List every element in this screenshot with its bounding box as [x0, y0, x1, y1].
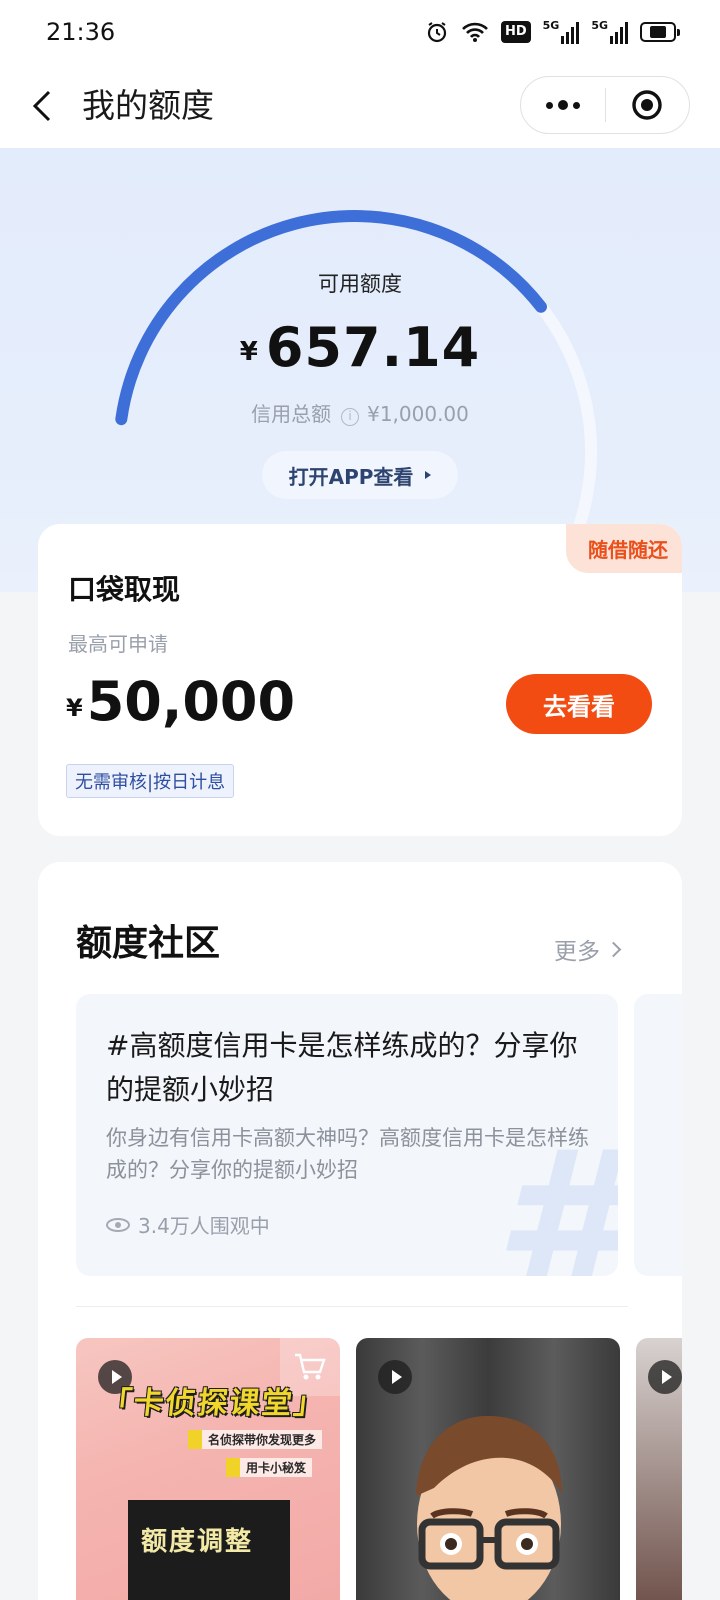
back-button[interactable]	[22, 84, 62, 128]
chevron-right-icon	[605, 941, 622, 957]
cash-title: 口袋取现	[68, 573, 181, 606]
currency-symbol: ¥	[239, 337, 258, 367]
thumbnail-headline: 「卡侦探课堂」	[99, 1386, 328, 1421]
open-app-label: 打开APP查看	[288, 464, 414, 489]
triangle-right-icon	[425, 471, 432, 479]
topic-card-next[interactable]	[634, 994, 682, 1276]
more-label: 更多	[554, 939, 600, 965]
currency-symbol: ¥	[66, 694, 83, 722]
video-thumbnail[interactable]: 「卡侦探课堂」 名侦探带你发现更多 用卡小秘笈 额度调整	[76, 1338, 340, 1600]
topic-card[interactable]: # #高额度信用卡是怎样练成的？分享你的提额小妙招 你身边有信用卡高额大神吗？高…	[76, 994, 618, 1276]
video-thumbnail[interactable]	[356, 1338, 620, 1600]
available-label: 可用额度	[318, 272, 402, 296]
cash-amount-value: 50,000	[86, 670, 296, 733]
topic-views: 3.4万人围观中	[106, 1210, 270, 1239]
battery-icon	[640, 22, 680, 42]
cash-amount: ¥50,000	[66, 670, 295, 733]
more-link[interactable]: 更多	[554, 932, 622, 966]
wifi-icon	[461, 21, 489, 43]
signal-5g-icon: 5G	[543, 20, 580, 44]
nav-bar: 我的额度	[0, 64, 720, 148]
pocket-cash-card[interactable]: 随借随还 口袋取现 最高可申请 ¥50,000 去看看 无需审核|按日计息	[38, 524, 682, 836]
thumbnail-panel: 额度调整	[128, 1500, 290, 1600]
available-value: 657.14	[265, 316, 481, 379]
thumbnail-caption: 名侦探带你发现更多	[188, 1430, 323, 1449]
cash-subtitle: 最高可申请	[68, 632, 168, 656]
go-see-button[interactable]: 去看看	[506, 674, 652, 734]
thumbnail-caption: 用卡小秘笈	[226, 1458, 313, 1477]
open-app-button[interactable]: 打开APP查看	[262, 451, 458, 499]
community-divider	[76, 1306, 628, 1307]
memoji-avatar	[416, 1415, 562, 1600]
video-thumbnail[interactable]	[636, 1338, 682, 1600]
close-button[interactable]	[606, 77, 690, 133]
target-circle-icon	[632, 90, 662, 120]
alarm-icon	[425, 20, 449, 44]
info-icon[interactable]: i	[341, 408, 360, 426]
status-time: 21:36	[46, 18, 116, 46]
eye-icon	[106, 1217, 130, 1232]
flexible-repay-badge: 随借随还	[566, 524, 682, 573]
cash-feature-tag: 无需审核|按日计息	[66, 764, 235, 798]
thumbnail-panel-text: 额度调整	[141, 1527, 254, 1557]
total-label: 信用总额	[251, 402, 332, 426]
available-amount: ¥657.14	[0, 316, 720, 379]
more-dots-icon	[545, 100, 580, 110]
total-credit-line: 信用总额 i ¥1,000.00	[0, 398, 720, 427]
status-icons: HD 5G 5G	[425, 18, 680, 46]
hd-icon: HD	[500, 21, 531, 43]
topic-description: 你身边有信用卡高额大神吗？高额度信用卡是怎样练成的？分享你的提额小妙招	[106, 1126, 589, 1182]
status-bar: 21:36 HD 5G 5G	[0, 0, 720, 64]
views-count: 3.4万人围观中	[138, 1214, 270, 1238]
topic-title: #高额度信用卡是怎样练成的？分享你的提额小妙招	[106, 1029, 578, 1106]
credit-community: 额度社区 更多 # #高额度信用卡是怎样练成的？分享你的提额小妙招 你身边有信用…	[38, 862, 682, 1600]
signal-5g-icon: 5G	[591, 20, 628, 44]
total-value: ¥1,000.00	[367, 402, 469, 426]
play-icon	[378, 1360, 412, 1394]
chevron-left-icon	[32, 90, 51, 122]
play-icon	[648, 1360, 682, 1394]
page-title: 我的额度	[82, 86, 214, 125]
more-button[interactable]	[521, 77, 605, 133]
community-title: 额度社区	[76, 923, 221, 964]
mini-program-capsule	[520, 76, 690, 134]
